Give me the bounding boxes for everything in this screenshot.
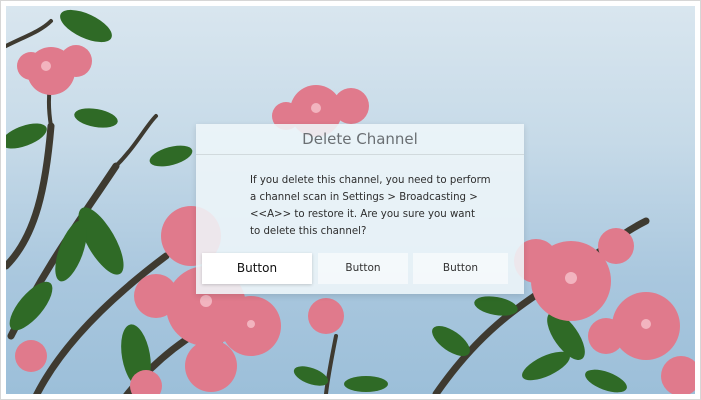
delete-channel-dialog: Delete Channel If you delete this channe… bbox=[196, 124, 524, 294]
dialog-title: Delete Channel bbox=[302, 130, 418, 148]
dialog-message-line: to delete this channel? bbox=[250, 226, 367, 237]
dialog-message-line: a channel scan in Settings > Broadcastin… bbox=[250, 192, 478, 203]
dialog-button-1-focused[interactable]: Button bbox=[202, 253, 312, 284]
background-scene: Delete Channel If you delete this channe… bbox=[6, 6, 695, 394]
dialog-message-line: <<A>> to restore it. Are you sure you wa… bbox=[250, 209, 475, 220]
dialog-message-line: If you delete this channel, you need to … bbox=[250, 175, 491, 186]
dialog-divider bbox=[196, 154, 524, 155]
dialog-button-2[interactable]: Button bbox=[318, 253, 408, 284]
dialog-button-3[interactable]: Button bbox=[413, 253, 508, 284]
screen-frame: Delete Channel If you delete this channe… bbox=[0, 0, 701, 400]
dialog-message: If you delete this channel, you need to … bbox=[250, 172, 500, 240]
